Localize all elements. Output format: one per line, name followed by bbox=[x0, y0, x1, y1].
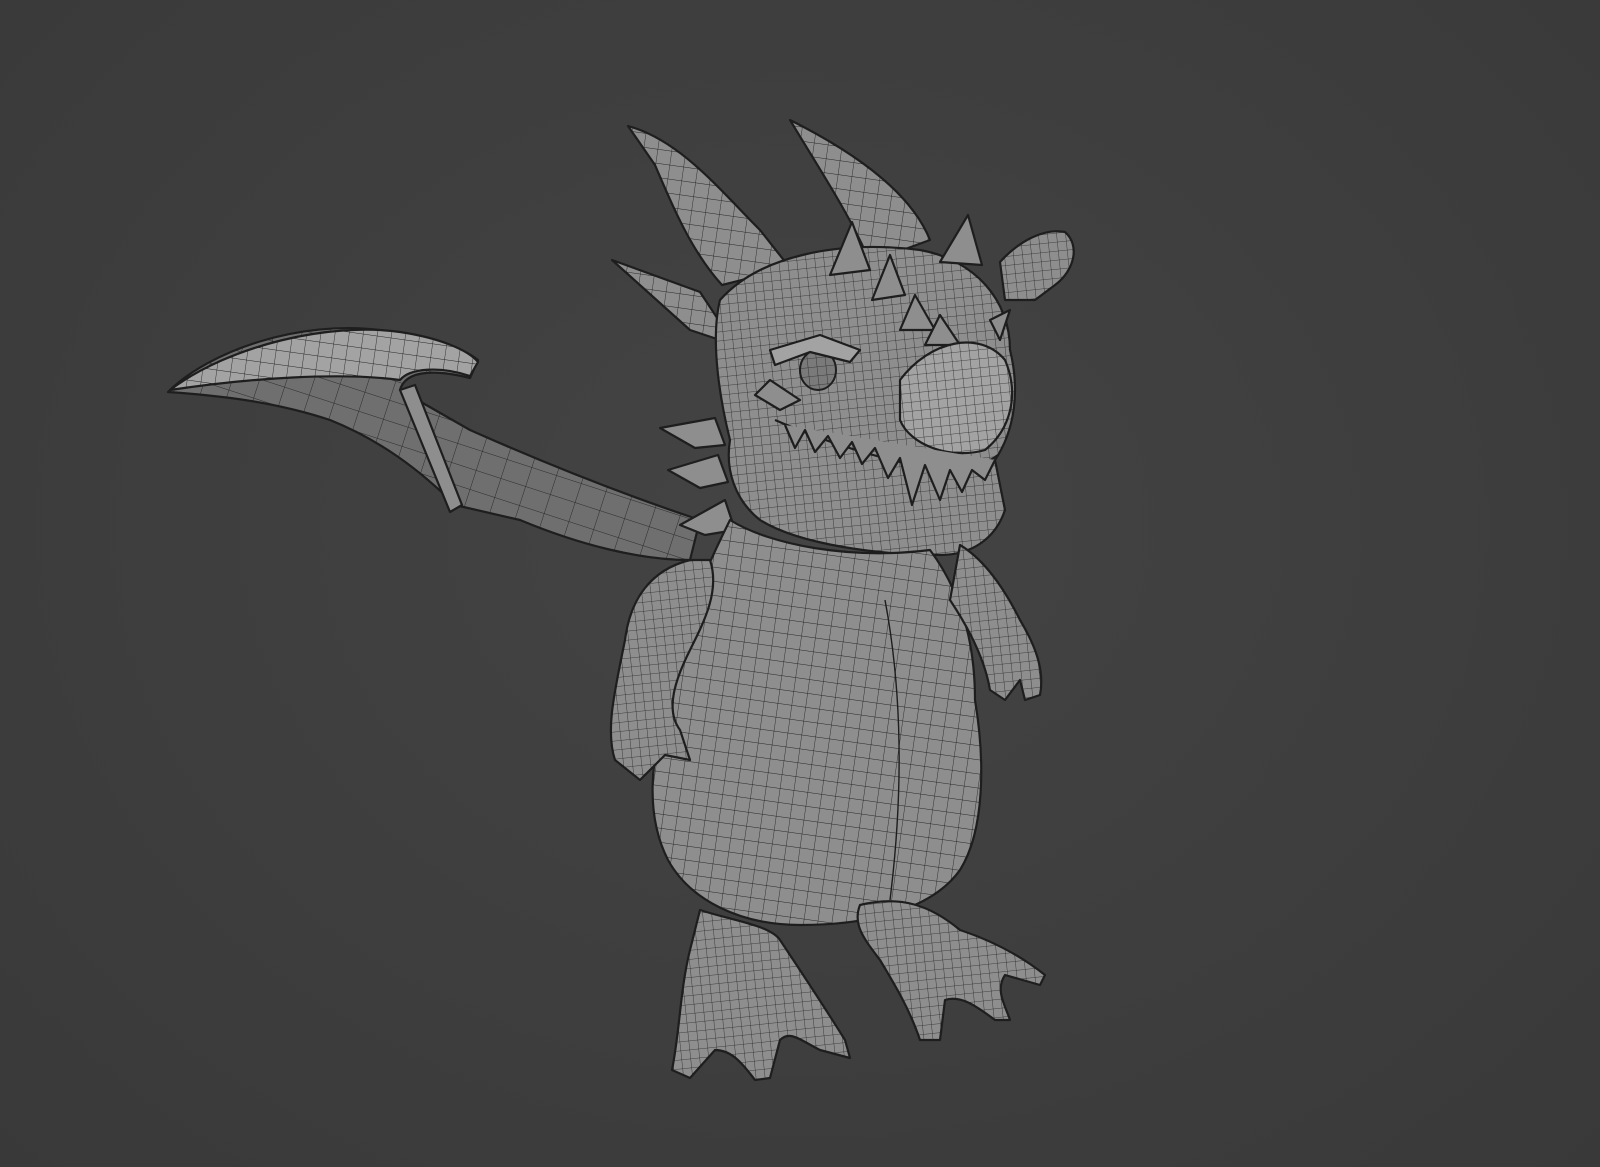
dragon-mesh-model[interactable] bbox=[0, 0, 1600, 1167]
feet-part bbox=[670, 900, 1047, 1082]
wing-part bbox=[166, 326, 702, 562]
3d-viewport[interactable] bbox=[0, 0, 1600, 1167]
